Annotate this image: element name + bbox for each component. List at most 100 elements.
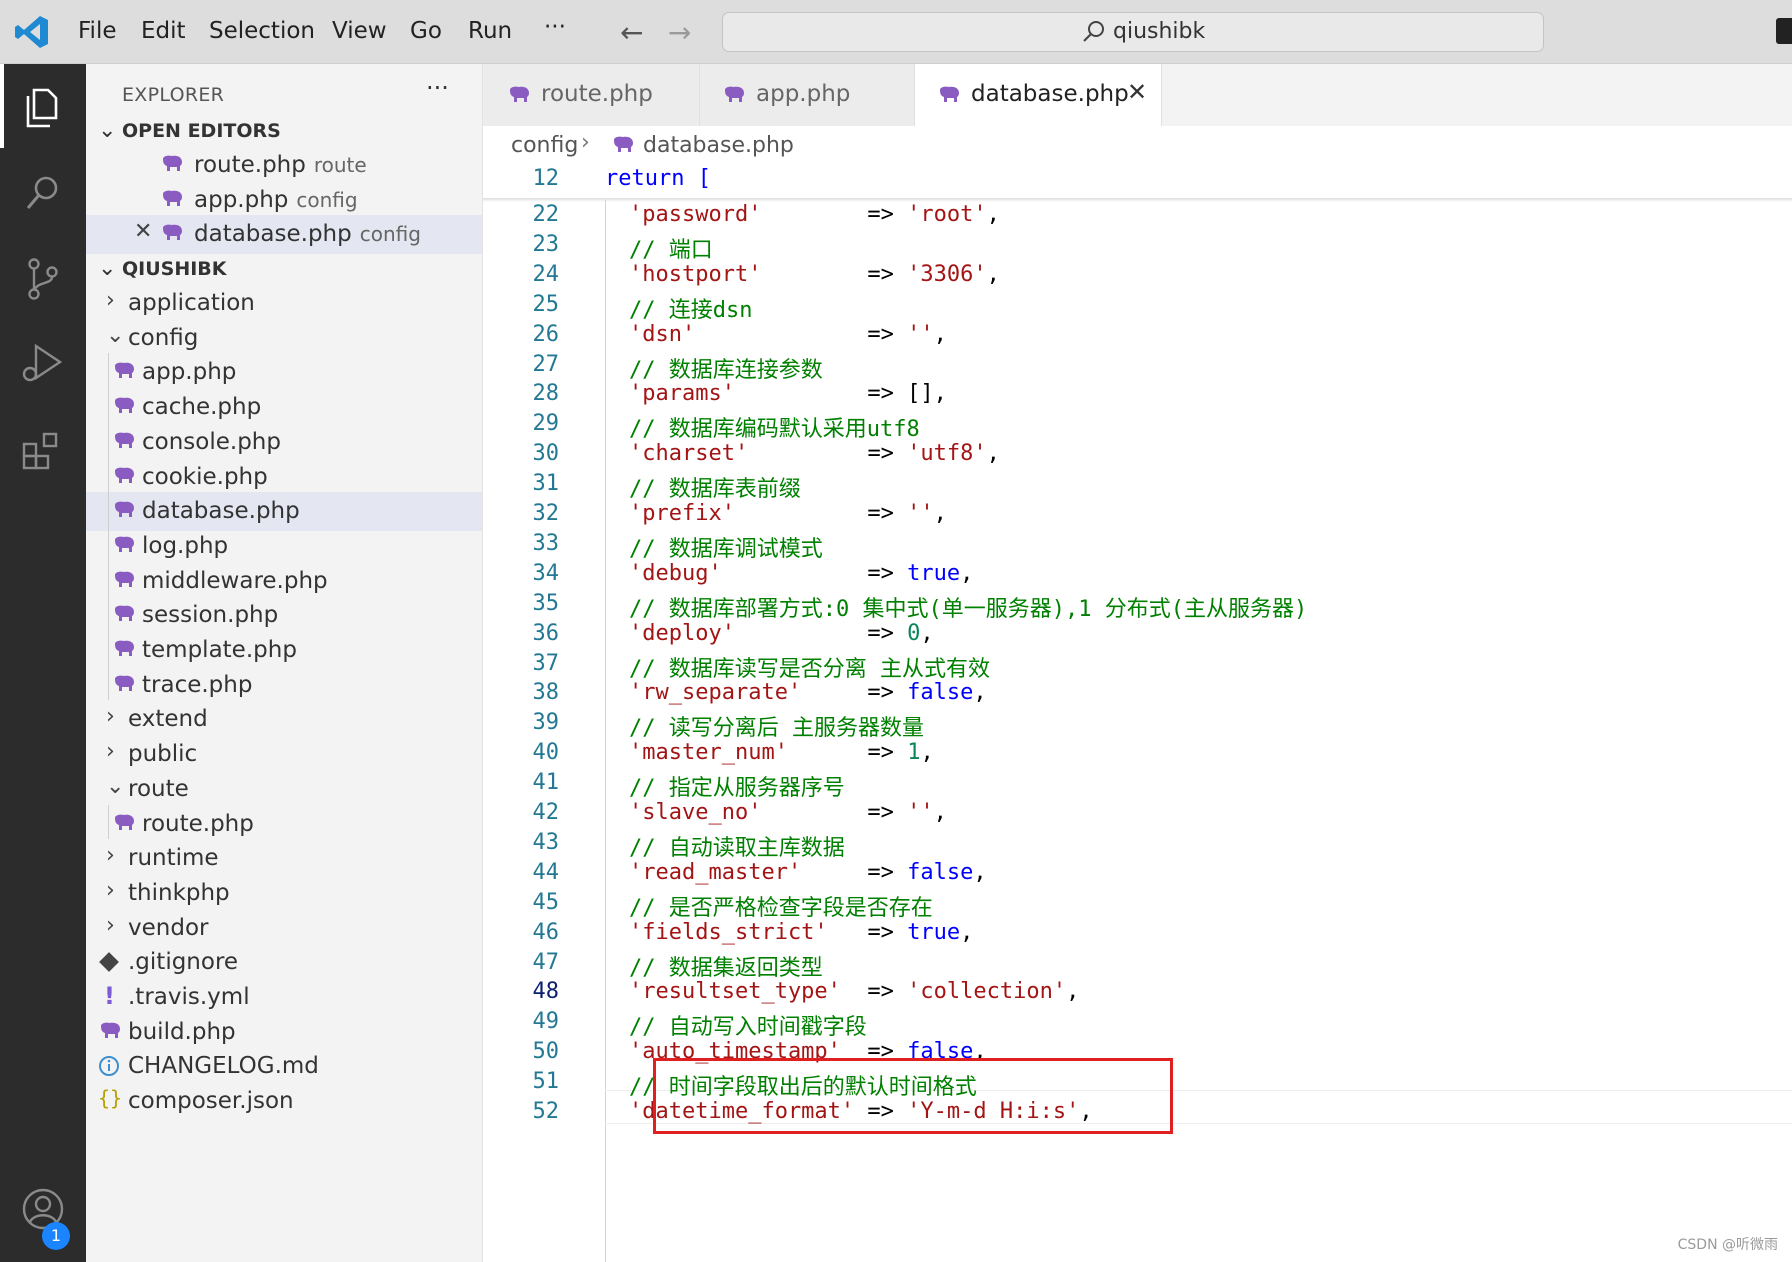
tree-item-changelog-md[interactable]: CHANGELOG.md xyxy=(86,1047,482,1086)
code-line[interactable]: // 数据库部署方式:0 集中式(单一服务器),1 分布式(主从服务器) xyxy=(629,591,1307,623)
tree-item-config[interactable]: ⌄ config xyxy=(86,319,482,358)
line-number: 28 xyxy=(532,381,560,407)
code-line[interactable]: 'debug' => true, xyxy=(629,561,973,586)
code-line[interactable]: // 端口 xyxy=(629,232,713,264)
tree-item-log-php[interactable]: log.php xyxy=(86,527,482,566)
tab-database-php[interactable]: database.php ✕ xyxy=(915,64,1162,126)
tree-item-runtime[interactable]: › runtime xyxy=(86,839,482,878)
chevron-down-icon: ⌄ xyxy=(98,256,117,281)
code-line[interactable]: 'prefix' => '', xyxy=(629,501,947,526)
menu-selection[interactable]: Selection xyxy=(209,18,315,44)
menu-view[interactable]: View xyxy=(332,18,387,44)
explorer-files-icon[interactable] xyxy=(18,82,68,132)
forward-arrow-icon[interactable]: → xyxy=(668,16,691,49)
tree-item-label: build.php xyxy=(128,1018,236,1045)
code-line[interactable]: 'dsn' => '', xyxy=(629,322,947,347)
code-line[interactable]: 'read_master' => false, xyxy=(629,860,987,885)
menu-run[interactable]: Run xyxy=(468,18,512,44)
code-line[interactable]: 'charset' => 'utf8', xyxy=(629,441,1000,466)
activity-bar: 1 xyxy=(0,64,86,1262)
open-editor-item[interactable]: ✕ database.php config xyxy=(86,215,482,255)
tree-item-cache-php[interactable]: cache.php xyxy=(86,388,482,427)
title-bar: File Edit Selection View Go Run ··· ← → … xyxy=(0,0,1792,64)
code-line[interactable]: 'deploy' => 0, xyxy=(629,621,934,646)
code-editor[interactable]: 12 return [ 22 'password' => 'root', 23 // … xyxy=(483,164,1792,1262)
tree-item-middleware-php[interactable]: middleware.php xyxy=(86,562,482,601)
close-icon[interactable]: ✕ xyxy=(134,219,152,244)
tree-item-thinkphp[interactable]: › thinkphp xyxy=(86,874,482,913)
tree-item-route[interactable]: ⌄ route xyxy=(86,770,482,809)
tab-app-php[interactable]: app.php xyxy=(700,64,915,126)
open-editor-item[interactable]: route.php route xyxy=(86,146,482,185)
tree-item-build-php[interactable]: build.php xyxy=(86,1013,482,1052)
tree-item-cookie-php[interactable]: cookie.php xyxy=(86,458,482,497)
tree-item-console-php[interactable]: console.php xyxy=(86,423,482,462)
code-line[interactable]: // 连接dsn xyxy=(629,292,752,324)
code-line[interactable]: // 自动写入时间戳字段 xyxy=(629,1009,867,1041)
tree-item-vendor[interactable]: › vendor xyxy=(86,909,482,948)
open-editor-item[interactable]: app.php config xyxy=(86,181,482,220)
json-braces-icon: {} xyxy=(98,1086,123,1111)
php-elephant-icon xyxy=(115,397,134,414)
close-icon[interactable]: ✕ xyxy=(1127,78,1147,106)
search-icon xyxy=(1083,21,1104,42)
code-line[interactable]: 'resultset_type' => 'collection', xyxy=(629,979,1079,1004)
code-line[interactable]: 'rw_separate' => false, xyxy=(629,680,987,705)
line-number: 47 xyxy=(532,949,560,975)
code-line[interactable]: 'password' => 'root', xyxy=(629,202,1000,227)
tab-route-php[interactable]: route.php xyxy=(483,64,700,126)
code-line[interactable]: 'params' => [], xyxy=(629,381,947,406)
tree-item-route-php[interactable]: route.php xyxy=(86,805,482,844)
code-line[interactable]: // 数据库编码默认采用utf8 xyxy=(629,411,920,443)
workspace-header[interactable]: ⌄ QIUSHIBK xyxy=(86,250,482,288)
annotation-highlight-box xyxy=(653,1058,1173,1134)
command-center-search[interactable]: qiushibk xyxy=(722,12,1544,52)
menu-more[interactable]: ··· xyxy=(544,14,566,40)
code-line[interactable]: // 数据库读写是否分离 主从式有效 xyxy=(629,651,990,683)
code-line[interactable]: 'hostport' => '3306', xyxy=(629,262,1000,287)
back-arrow-icon[interactable]: ← xyxy=(620,16,643,49)
tree-item-label: app.php xyxy=(142,359,237,386)
breadcrumb-folder[interactable]: config xyxy=(511,133,578,158)
tree-item-app-php[interactable]: app.php xyxy=(86,353,482,392)
code-line[interactable]: // 指定从服务器序号 xyxy=(629,770,845,802)
line-number: 31 xyxy=(532,471,560,497)
tree-item--gitignore[interactable]: .gitignore xyxy=(86,943,482,982)
tree-item-extend[interactable]: › extend xyxy=(86,700,482,739)
tree-item-composer-json[interactable]: {} composer.json xyxy=(86,1082,482,1121)
vscode-logo-icon[interactable] xyxy=(14,14,50,50)
menu-go[interactable]: Go xyxy=(410,18,442,44)
chevron-right-icon: › xyxy=(106,843,115,869)
code-line[interactable]: 'master_num' => 1, xyxy=(629,740,934,765)
code-line[interactable]: // 读写分离后 主服务器数量 xyxy=(629,710,924,742)
menu-file[interactable]: File xyxy=(78,18,117,44)
menu-edit[interactable]: Edit xyxy=(141,18,186,44)
breadcrumb-file[interactable]: database.php xyxy=(643,133,794,158)
layout-toggle-icon[interactable] xyxy=(1776,18,1792,44)
tree-item-application[interactable]: › application xyxy=(86,284,482,323)
code-line[interactable]: // 是否严格检查字段是否存在 xyxy=(629,890,933,922)
line-number: 36 xyxy=(532,620,560,646)
code-line[interactable]: // 数据集返回类型 xyxy=(629,950,823,982)
tree-item-database-php[interactable]: database.php xyxy=(86,492,482,532)
source-control-icon[interactable] xyxy=(18,254,68,304)
code-line[interactable]: // 数据库表前缀 xyxy=(629,471,801,503)
explorer-more-actions[interactable]: ··· xyxy=(426,74,449,102)
tree-item-trace-php[interactable]: trace.php xyxy=(86,666,482,705)
extensions-icon[interactable] xyxy=(18,426,68,476)
tree-item-session-php[interactable]: session.php xyxy=(86,596,482,635)
code-line[interactable]: // 自动读取主库数据 xyxy=(629,830,845,862)
code-line[interactable]: 'slave_no' => '', xyxy=(629,800,947,825)
tree-item-public[interactable]: › public xyxy=(86,735,482,774)
code-line[interactable]: 'fields_strict' => true, xyxy=(629,920,973,945)
tree-indent-guide xyxy=(108,353,109,701)
php-elephant-icon xyxy=(614,136,633,152)
search-icon[interactable] xyxy=(18,168,68,218)
run-debug-icon[interactable] xyxy=(18,340,68,390)
info-icon xyxy=(99,1056,119,1077)
tree-item--travis-yml[interactable]: ! .travis.yml xyxy=(86,978,482,1017)
tree-item-template-php[interactable]: template.php xyxy=(86,631,482,670)
open-editors-header[interactable]: ⌄ OPEN EDITORS xyxy=(86,112,482,150)
code-line[interactable]: // 数据库调试模式 xyxy=(629,531,823,563)
code-line[interactable]: // 数据库连接参数 xyxy=(629,352,823,384)
